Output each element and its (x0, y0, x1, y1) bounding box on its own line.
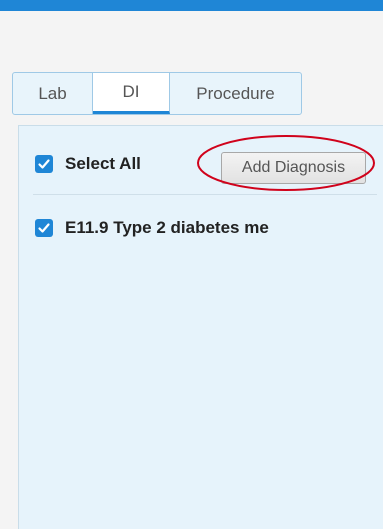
tab-lab[interactable]: Lab (13, 73, 93, 114)
checkmark-icon (38, 159, 50, 169)
diagnosis-label: E11.9 Type 2 diabetes me (65, 218, 269, 237)
diagnosis-row[interactable]: E11.9 Type 2 diabetes me (35, 218, 269, 238)
checkmark-icon (38, 223, 50, 233)
tab-bar: Lab DI Procedure (12, 72, 302, 115)
diagnosis-checkbox[interactable] (35, 219, 53, 237)
diagnosis-panel: Select All Add Diagnosis E11.9 Type 2 di… (18, 125, 383, 529)
select-all-label: Select All (65, 154, 141, 173)
divider (33, 194, 377, 195)
header-strip (0, 11, 383, 68)
page: Lab DI Procedure Select All Add Diagnosi… (0, 0, 383, 529)
tab-di[interactable]: DI (93, 73, 170, 114)
select-all-checkbox[interactable] (35, 155, 53, 173)
select-all-row[interactable]: Select All (35, 154, 141, 174)
add-diagnosis-button[interactable]: Add Diagnosis (221, 152, 366, 184)
top-accent-bar (0, 0, 383, 11)
tab-procedure[interactable]: Procedure (170, 73, 301, 114)
